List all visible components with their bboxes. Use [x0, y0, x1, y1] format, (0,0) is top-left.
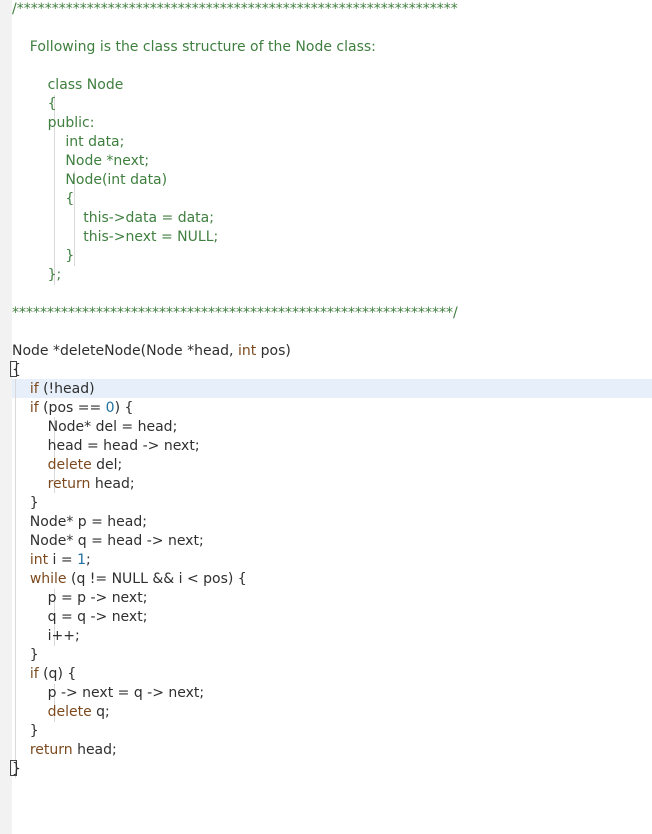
- code-line[interactable]: public:: [12, 114, 95, 133]
- code-line[interactable]: while (q != NULL && i < pos) {: [12, 570, 247, 589]
- code-line[interactable]: Node *next;: [12, 152, 149, 171]
- code-line[interactable]: Following is the class structure of the …: [12, 38, 376, 57]
- code-line[interactable]: {: [12, 361, 21, 380]
- code-editor[interactable]: /***************************************…: [0, 0, 652, 834]
- code-line[interactable]: ****************************************…: [12, 304, 458, 323]
- code-line[interactable]: p = p -> next;: [12, 589, 148, 608]
- code-line[interactable]: }: [12, 722, 39, 741]
- code-line[interactable]: delete del;: [12, 456, 123, 475]
- code-line[interactable]: q = q -> next;: [12, 608, 148, 627]
- code-line[interactable]: if (!head): [12, 380, 95, 399]
- code-line[interactable]: Node* del = head;: [12, 418, 178, 437]
- code-line[interactable]: return head;: [12, 475, 135, 494]
- code-line[interactable]: Node(int data): [12, 171, 167, 190]
- code-line[interactable]: }: [12, 247, 74, 266]
- code-line[interactable]: head = head -> next;: [12, 437, 200, 456]
- code-line[interactable]: /***************************************…: [12, 0, 458, 19]
- code-line[interactable]: class Node: [12, 76, 124, 95]
- code-line[interactable]: }: [12, 494, 39, 513]
- code-line[interactable]: }: [12, 760, 21, 779]
- code-line[interactable]: this->data = data;: [12, 209, 214, 228]
- code-line[interactable]: this->next = NULL;: [12, 228, 218, 247]
- code-line[interactable]: Node* q = head -> next;: [12, 532, 204, 551]
- code-line[interactable]: return head;: [12, 741, 117, 760]
- code-line[interactable]: Node* p = head;: [12, 513, 147, 532]
- code-line[interactable]: };: [12, 266, 62, 285]
- code-line[interactable]: {: [12, 190, 74, 209]
- editor-gutter: [0, 0, 12, 834]
- code-line[interactable]: int i = 1;: [12, 551, 91, 570]
- code-line[interactable]: Node *deleteNode(Node *head, int pos): [12, 342, 291, 361]
- code-line[interactable]: }: [12, 646, 39, 665]
- code-line[interactable]: i++;: [12, 627, 80, 646]
- active-line-highlight: [12, 379, 652, 398]
- code-line[interactable]: int data;: [12, 133, 124, 152]
- code-line[interactable]: {: [12, 95, 57, 114]
- code-line[interactable]: p -> next = q -> next;: [12, 684, 205, 703]
- code-line[interactable]: if (pos == 0) {: [12, 399, 134, 418]
- code-line[interactable]: delete q;: [12, 703, 110, 722]
- code-line[interactable]: if (q) {: [12, 665, 76, 684]
